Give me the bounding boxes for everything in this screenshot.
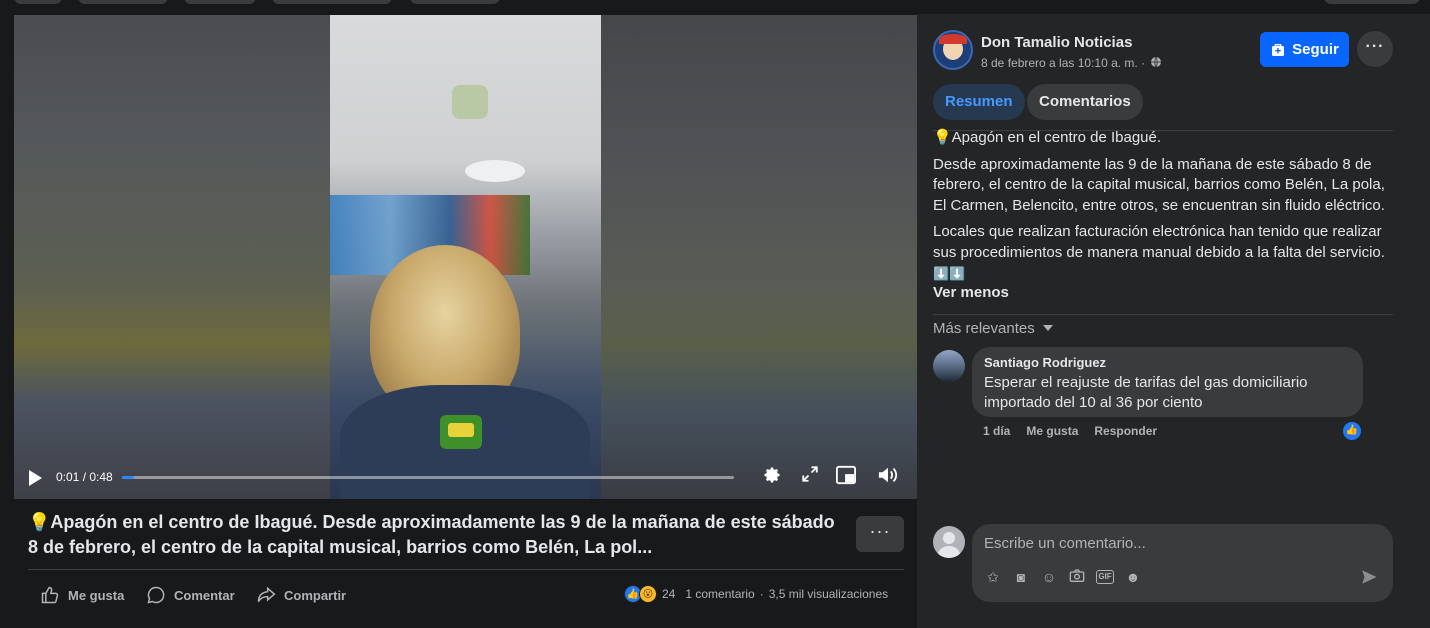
comment-reply-button[interactable]: Responder [1094, 424, 1157, 438]
post-stats: 👍 😮 24 1 comentario · 3,5 mil visualizac… [624, 584, 888, 604]
like-label: Me gusta [68, 587, 125, 603]
top-nav-pill[interactable] [1324, 0, 1420, 4]
comment-input[interactable] [984, 530, 1364, 556]
emoji-icon[interactable]: ☺ [1040, 568, 1058, 586]
sort-label: Más relevantes [933, 320, 1035, 337]
sort-comments-dropdown[interactable]: Más relevantes [933, 320, 1053, 337]
camera-icon[interactable] [1068, 568, 1086, 586]
commenter-avatar[interactable] [933, 350, 965, 382]
page-name[interactable]: Don Tamalio Noticias [981, 34, 1132, 51]
follow-icon [1272, 43, 1285, 56]
comment-composer: ✩ ◙ ☺ GIF ☻ [972, 524, 1393, 602]
volume-icon[interactable] [876, 465, 900, 489]
comment-like-reaction-icon[interactable]: 👍 [1343, 422, 1361, 440]
share-arrow-icon [257, 586, 276, 603]
jacket-logo [440, 415, 482, 449]
top-nav-pill[interactable] [78, 0, 168, 4]
fullscreen-icon[interactable] [798, 465, 822, 489]
top-nav-pill[interactable] [272, 0, 392, 4]
divider [28, 569, 904, 570]
composer-tools: ✩ ◙ ☺ GIF ☻ [984, 568, 1142, 586]
top-strip [0, 0, 1430, 14]
down-arrows-emoji: ⬇️⬇️ [933, 266, 966, 281]
like-button[interactable]: Me gusta [40, 583, 124, 607]
see-less-link[interactable]: Ver menos [933, 284, 1009, 301]
comment-like-button[interactable]: Me gusta [1026, 424, 1078, 438]
top-nav-pill[interactable] [184, 0, 256, 4]
page-avatar[interactable] [933, 30, 973, 70]
ceiling-light [465, 160, 525, 182]
follow-label: Seguir [1292, 41, 1339, 58]
globe-icon [1151, 56, 1162, 68]
follow-button[interactable]: Seguir [1260, 32, 1349, 67]
view-count: 3,5 mil visualizaciones [768, 587, 889, 601]
sticker-icon[interactable]: ◙ [1012, 568, 1030, 586]
comment-label: Comentar [174, 587, 235, 603]
video-blur-left [14, 15, 330, 499]
video-progress-bar[interactable] [122, 476, 734, 479]
comment-bubble-icon [147, 586, 165, 604]
comment-count[interactable]: 1 comentario [685, 587, 754, 601]
video-player[interactable]: 0:01 / 0:48 [14, 15, 917, 499]
post-body-paragraph: Locales que realizan facturación electró… [933, 223, 1385, 261]
comment-meta: 1 día Me gusta Responder [983, 424, 1157, 438]
video-time: 0:01 / 0:48 [56, 470, 113, 484]
send-icon[interactable] [1360, 568, 1380, 588]
avatar-sticker-icon[interactable]: ✩ [984, 568, 1002, 586]
user-avatar[interactable] [933, 526, 965, 558]
video-blur-right [601, 15, 917, 499]
picture-in-picture-icon[interactable] [834, 465, 858, 489]
tab-comentarios[interactable]: Comentarios [1027, 84, 1143, 120]
post-body-paragraph: Desde aproximadamente las 9 de la mañana… [933, 155, 1385, 214]
post-date[interactable]: 8 de febrero a las 10:10 a. m. · [981, 56, 1162, 70]
comment-author[interactable]: Santiago Rodriguez [984, 355, 1351, 370]
top-nav-pill[interactable] [14, 0, 62, 4]
more-options-icon[interactable]: ··· [1357, 31, 1393, 67]
post-more-button[interactable]: ··· [856, 516, 904, 552]
comment-bubble: Santiago Rodriguez Esperar el reajuste d… [972, 347, 1363, 417]
wow-reaction-icon[interactable]: 😮 [639, 585, 657, 603]
post-body-title: 💡Apagón en el centro de Ibagué. [933, 129, 1162, 146]
comment-button[interactable]: Comentar [146, 583, 235, 607]
comment-time[interactable]: 1 día [983, 424, 1010, 438]
thumbs-up-icon [41, 586, 59, 604]
comment-text: Esperar el reajuste de tarifas del gas d… [984, 374, 1308, 411]
gif-icon[interactable]: GIF [1096, 570, 1114, 584]
share-button[interactable]: Compartir [256, 583, 346, 607]
reaction-count[interactable]: 24 [662, 587, 675, 601]
sticker-smile-icon[interactable]: ☻ [1124, 568, 1142, 586]
stats-separator: · [759, 587, 764, 601]
post-side-panel: Don Tamalio Noticias 8 de febrero a las … [917, 14, 1430, 628]
post-date-text: 8 de febrero a las 10:10 a. m. · [981, 56, 1146, 70]
share-label: Compartir [284, 587, 347, 603]
tab-resumen[interactable]: Resumen [933, 84, 1025, 120]
settings-gear-icon[interactable] [760, 465, 784, 489]
video-progress-fill [122, 476, 135, 479]
chevron-down-icon [1042, 325, 1053, 331]
post-caption: 💡Apagón en el centro de Ibagué. Desde ap… [28, 512, 835, 557]
post-body: 💡Apagón en el centro de Ibagué. Desde ap… [933, 128, 1395, 269]
divider [933, 314, 1393, 315]
video-controls: 0:01 / 0:48 [14, 455, 917, 499]
play-icon[interactable] [29, 470, 42, 486]
wall-logo [452, 85, 488, 119]
video-frame [330, 15, 601, 499]
top-nav-pill[interactable] [410, 0, 500, 4]
